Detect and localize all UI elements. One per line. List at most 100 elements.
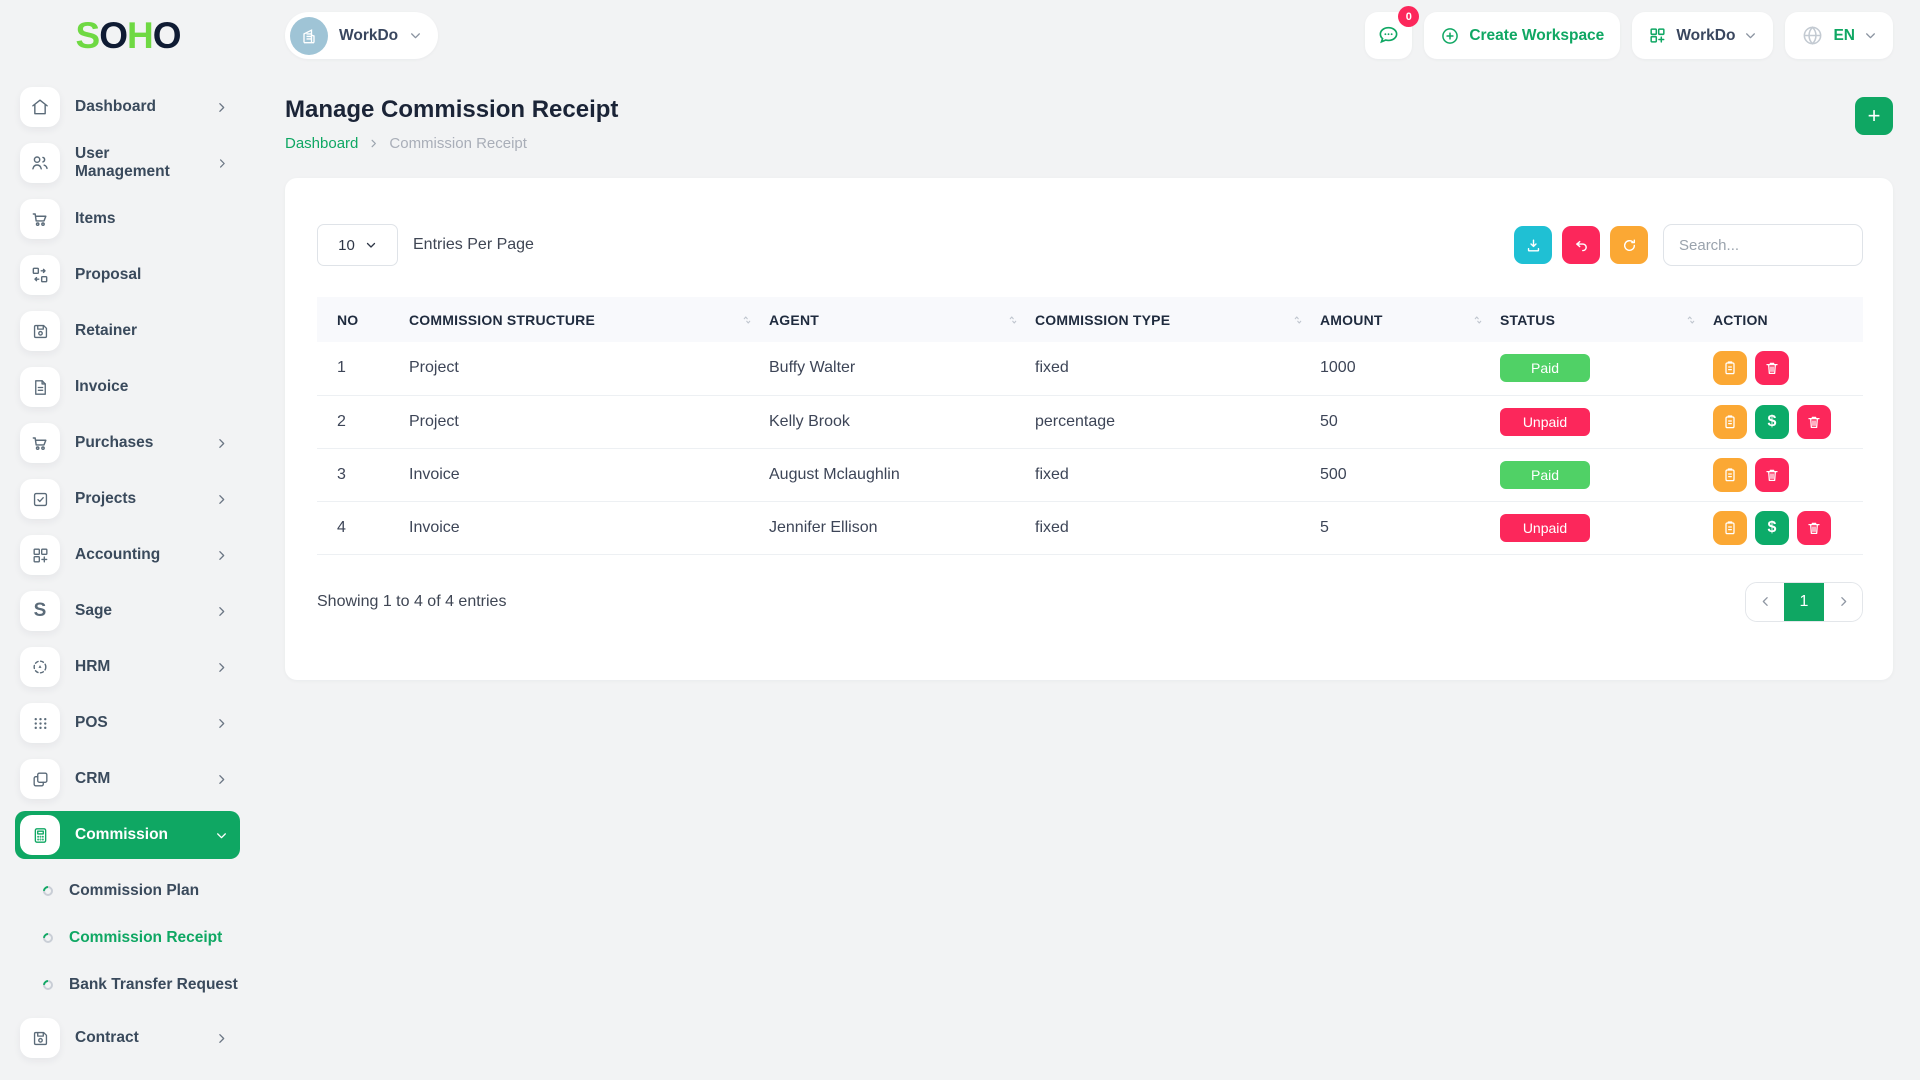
language-label: EN <box>1833 27 1855 45</box>
chevron-right-icon <box>215 493 228 506</box>
delete-button[interactable] <box>1755 351 1789 385</box>
sidebar-subitem-commission-plan[interactable]: Commission Plan <box>15 867 240 914</box>
status-badge: Unpaid <box>1500 514 1590 542</box>
topbar: SOHO WorkDo 0 Create Workspace WorkDo EN <box>0 0 1920 71</box>
target-icon <box>20 647 60 687</box>
delete-button[interactable] <box>1797 405 1831 439</box>
sidebar-item-purchases[interactable]: Purchases <box>15 419 240 467</box>
cart-icon <box>20 199 60 239</box>
search-input[interactable] <box>1663 224 1863 266</box>
view-receipt-button[interactable] <box>1713 405 1747 439</box>
chevron-right-icon <box>216 157 228 170</box>
sidebar-item-invoice[interactable]: Invoice <box>15 363 240 411</box>
sidebar: Dashboard User Management Items Proposal… <box>0 71 256 1080</box>
refresh-icon <box>1621 237 1638 254</box>
calculator-icon <box>20 815 60 855</box>
export-button[interactable] <box>1514 226 1552 264</box>
column-header-status[interactable]: STATUS <box>1500 297 1713 342</box>
entries-per-page-select[interactable]: 10 <box>317 224 398 266</box>
logo-letter: O <box>153 15 181 56</box>
sidebar-item-crm[interactable]: CRM <box>15 755 240 803</box>
cell-agent: Buffy Walter <box>769 342 1035 395</box>
sidebar-item-accounting[interactable]: Accounting <box>15 531 240 579</box>
sidebar-item-sage[interactable]: S Sage <box>15 587 240 635</box>
sidebar-item-label: Items <box>75 210 116 228</box>
sidebar-item-label: Accounting <box>75 546 160 564</box>
invoice-icon <box>1722 360 1738 376</box>
cell-agent: Kelly Brook <box>769 395 1035 448</box>
chevron-right-icon <box>215 605 228 618</box>
chevron-down-icon <box>215 829 228 842</box>
pagination-current-page[interactable]: 1 <box>1784 583 1824 621</box>
sidebar-item-label: Commission <box>75 826 168 844</box>
breadcrumb-dashboard-link[interactable]: Dashboard <box>285 135 358 152</box>
view-receipt-button[interactable] <box>1713 458 1747 492</box>
save-icon <box>20 311 60 351</box>
workspace-label: WorkDo <box>339 27 398 45</box>
chevron-left-icon <box>1759 595 1772 608</box>
building-icon <box>299 26 319 46</box>
column-header-amount[interactable]: AMOUNT <box>1320 297 1500 342</box>
chevron-right-icon <box>215 717 228 730</box>
pay-button[interactable]: $ <box>1755 405 1789 439</box>
sidebar-item-label: HRM <box>75 658 110 676</box>
sidebar-item-user-management[interactable]: User Management <box>15 139 240 187</box>
plus-circle-icon <box>1440 26 1460 46</box>
sidebar-subitem-commission-receipt[interactable]: Commission Receipt <box>15 914 240 961</box>
sidebar-item-pos[interactable]: POS <box>15 699 240 747</box>
add-commission-receipt-button[interactable]: + <box>1855 97 1893 135</box>
cell-agent: August Mclaughlin <box>769 448 1035 501</box>
trash-icon <box>1764 360 1780 376</box>
pagination-next-button[interactable] <box>1824 583 1862 621</box>
view-receipt-button[interactable] <box>1713 351 1747 385</box>
sidebar-item-retainer[interactable]: Retainer <box>15 307 240 355</box>
entries-per-page-label: Entries Per Page <box>413 236 534 254</box>
sidebar-item-dashboard[interactable]: Dashboard <box>15 83 240 131</box>
bullet-icon <box>41 977 55 991</box>
sidebar-item-label: Invoice <box>75 378 128 396</box>
create-workspace-button[interactable]: Create Workspace <box>1424 12 1620 59</box>
column-header-commission-type[interactable]: COMMISSION TYPE <box>1035 297 1320 342</box>
column-header-no: NO <box>317 297 409 342</box>
column-header-action: ACTION <box>1713 297 1863 342</box>
sidebar-item-hrm[interactable]: HRM <box>15 643 240 691</box>
chevron-right-icon <box>215 773 228 786</box>
view-receipt-button[interactable] <box>1713 511 1747 545</box>
row-actions: $ <box>1713 511 1863 545</box>
delete-button[interactable] <box>1755 458 1789 492</box>
dollar-icon: $ <box>1768 413 1777 431</box>
column-header-commission-structure[interactable]: COMMISSION STRUCTURE <box>409 297 769 342</box>
column-header-agent[interactable]: AGENT <box>769 297 1035 342</box>
sort-icon <box>1292 314 1304 326</box>
delete-button[interactable] <box>1797 511 1831 545</box>
main-content: Manage Commission Receipt Dashboard Comm… <box>256 71 1920 1080</box>
cell-structure: Invoice <box>409 501 769 554</box>
refresh-button[interactable] <box>1610 226 1648 264</box>
sidebar-item-contract[interactable]: Contract <box>15 1014 240 1062</box>
sidebar-item-commission[interactable]: Commission <box>15 811 240 859</box>
sidebar-subitem-label: Commission Plan <box>69 882 199 900</box>
sidebar-item-proposal[interactable]: Proposal <box>15 251 240 299</box>
sidebar-subitem-bank-transfer-request[interactable]: Bank Transfer Request <box>15 961 240 1008</box>
chevron-right-icon <box>215 437 228 450</box>
app-switcher-button[interactable]: WorkDo <box>1632 12 1773 59</box>
chevron-right-icon <box>1837 595 1850 608</box>
undo-icon <box>1573 237 1590 254</box>
pagination-prev-button[interactable] <box>1746 583 1784 621</box>
cell-amount: 5 <box>1320 501 1500 554</box>
logo-letter: S <box>76 15 100 56</box>
workspace-dropdown[interactable]: WorkDo <box>285 12 438 59</box>
commission-receipt-card: 10 Entries Per Page <box>285 178 1893 680</box>
reset-button[interactable] <box>1562 226 1600 264</box>
table-row: 3 Invoice August Mclaughlin fixed 500 Pa… <box>317 448 1863 501</box>
chevron-right-icon <box>215 101 228 114</box>
table-controls: 10 Entries Per Page <box>317 224 1863 266</box>
sidebar-item-label: User Management <box>75 145 201 181</box>
sidebar-item-items[interactable]: Items <box>15 195 240 243</box>
language-selector[interactable]: EN <box>1785 12 1893 59</box>
sidebar-item-label: Dashboard <box>75 98 156 116</box>
messages-button[interactable]: 0 <box>1365 12 1412 59</box>
notification-badge: 0 <box>1398 6 1419 27</box>
pay-button[interactable]: $ <box>1755 511 1789 545</box>
sidebar-item-projects[interactable]: Projects <box>15 475 240 523</box>
